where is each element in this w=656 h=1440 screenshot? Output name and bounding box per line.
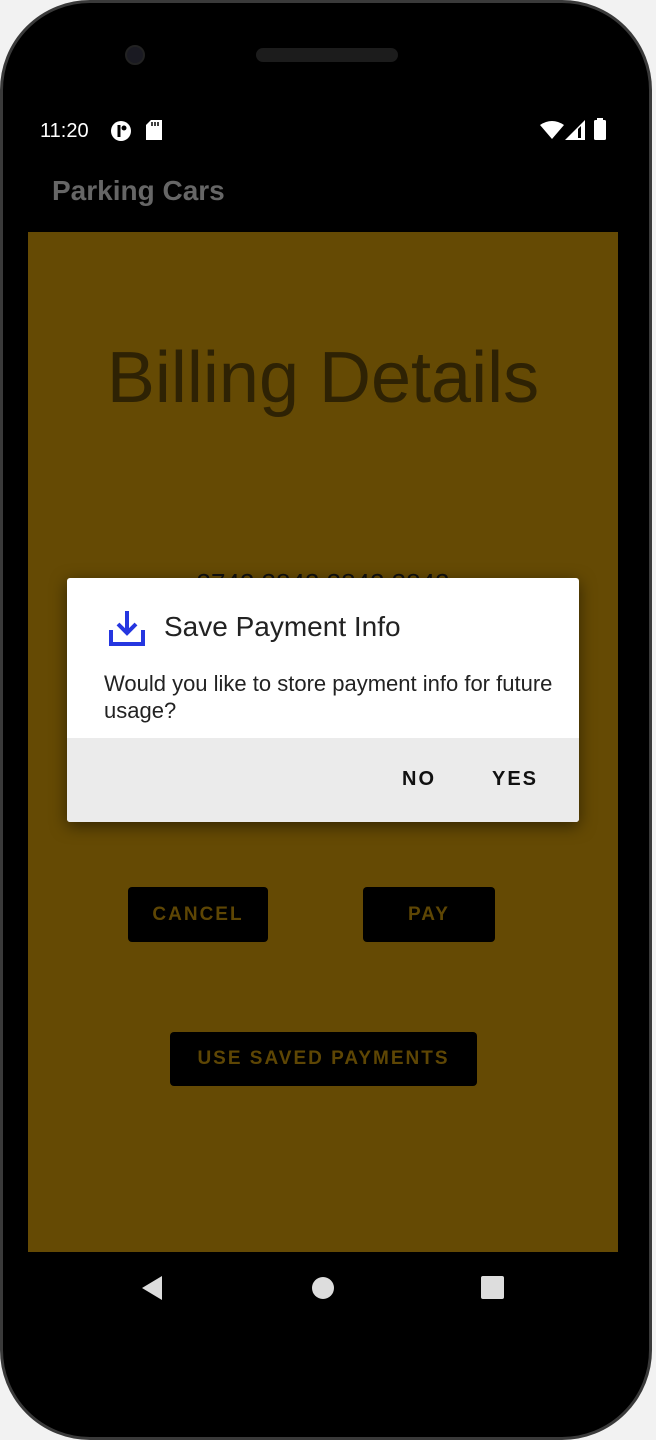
home-icon[interactable] [311, 1276, 335, 1300]
dialog-title: Save Payment Info [164, 611, 401, 642]
navigation-bar [0, 1270, 656, 1306]
dialog-message: Would you like to store payment info for… [104, 671, 553, 723]
recents-icon[interactable] [481, 1276, 504, 1299]
use-saved-payments-button[interactable]: USE SAVED PAYMENTS [170, 1032, 477, 1086]
page-title: Billing Details [106, 338, 540, 418]
dialog-actions: NO YES [67, 738, 579, 822]
wifi-icon [540, 121, 564, 139]
pay-button[interactable]: PAY [363, 887, 495, 942]
cancel-button[interactable]: CANCEL [128, 887, 268, 942]
app-bar-title: Parking Cars [52, 175, 225, 206]
camera [125, 45, 145, 65]
no-button[interactable]: NO [402, 768, 436, 791]
download-icon [109, 611, 145, 646]
sd-card-icon [146, 120, 162, 140]
save-payment-dialog: Save Payment Info Would you like to stor… [67, 578, 579, 822]
speaker [256, 48, 398, 62]
status-bar: 11:20 [40, 118, 610, 144]
yes-button[interactable]: YES [492, 768, 538, 791]
status-time: 11:20 [40, 120, 89, 142]
battery-icon [594, 118, 606, 140]
signal-icon [565, 120, 585, 140]
data-saver-icon [111, 121, 131, 141]
back-icon[interactable] [140, 1274, 164, 1302]
